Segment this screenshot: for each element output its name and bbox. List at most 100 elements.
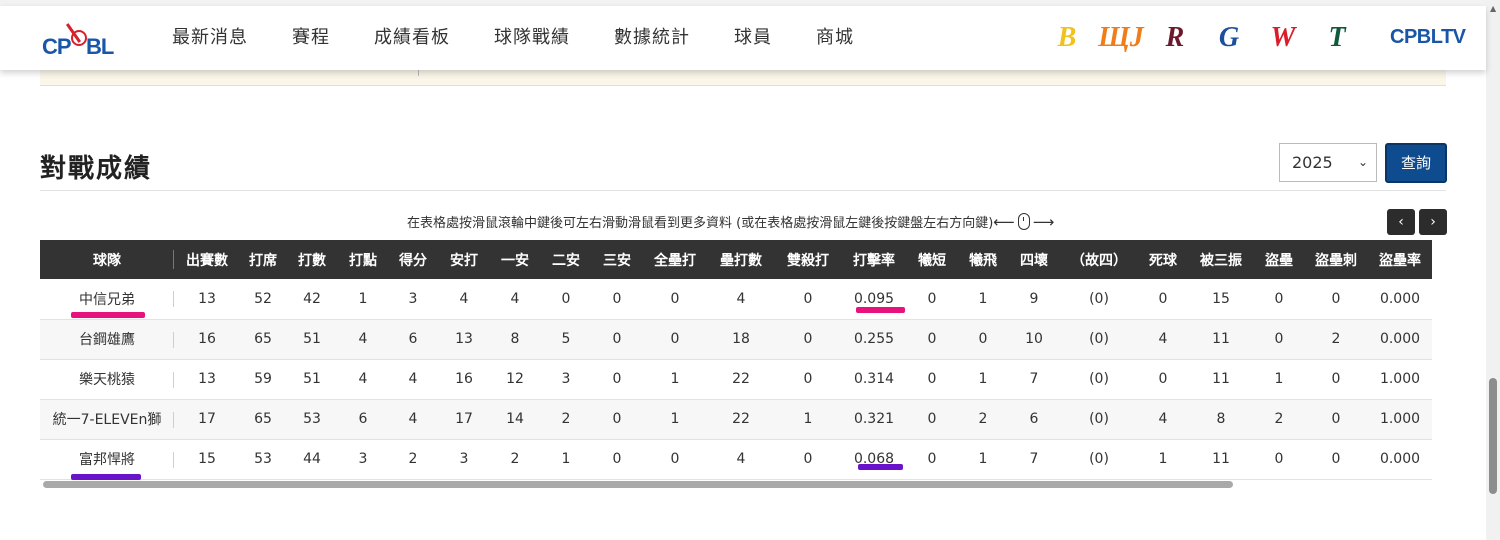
year-select-value: 2025: [1292, 153, 1333, 172]
column-header: 被三振: [1188, 240, 1254, 279]
table-cell: 6: [338, 399, 388, 440]
annotation-underline-team-2: [71, 474, 141, 480]
nav-shop[interactable]: 商城: [794, 6, 876, 70]
table-cell: 0.068: [842, 439, 906, 480]
column-header: 犧飛: [958, 240, 1008, 279]
page-scrollbar-thumb[interactable]: [1489, 378, 1497, 494]
table-cell: 1: [1254, 359, 1304, 400]
horizontal-scrollbar-thumb[interactable]: [43, 481, 1233, 488]
page-vertical-scrollbar[interactable]: ▲: [1486, 0, 1500, 540]
table-row: 樂天桃猿 13 59 51 4 4 16 12 3 0 1 22 0 0.314 0 1 7 (0) 0 11 1 0 1.…: [40, 359, 1432, 400]
table-cell: 13: [438, 319, 490, 360]
nav-standings[interactable]: 球隊戰績: [472, 6, 592, 70]
page-title: 對戰成績: [40, 154, 153, 184]
table-cell: 0.255: [842, 319, 906, 360]
column-header: 犧短: [906, 240, 958, 279]
table-cell: 2: [1304, 319, 1368, 360]
table-cell: (0): [1060, 439, 1138, 480]
cpbltv-logo[interactable]: CPBLTV: [1390, 26, 1466, 49]
table-body: 中信兄弟 13 52 42 1 3 4 4 0 0 0 4 0 0.095 0 1 9 (0) 0 15 0 0 0.000…: [40, 279, 1432, 480]
table-cell: 1: [338, 279, 388, 320]
column-header: 死球: [1138, 240, 1188, 279]
table-cell: 4: [708, 439, 774, 480]
matchup-stats-table: 球隊 出賽數 打席 打數 打點 得分 安打 一安 二安 三安 全壘打 壘打數 雙殺打 打擊率 犧短 犧飛 四壞（…: [40, 240, 1432, 480]
table-cell: 15: [174, 439, 240, 480]
table-cell: 1: [958, 439, 1008, 480]
chevron-down-icon: ⌄: [1357, 155, 1368, 169]
table-cell: 1.000: [1368, 359, 1432, 400]
column-header: 出賽數: [174, 240, 240, 279]
table-cell: 0: [592, 319, 642, 360]
site-header: CP BL 最新消息 賽程 成績看板 球隊戰績 數據統計 球員 商城 B ЩJ R G…: [0, 6, 1486, 70]
column-header: 盜壘率: [1368, 240, 1432, 279]
table-cell: 13: [174, 279, 240, 320]
table-cell: 18: [708, 319, 774, 360]
table-cell: 0: [774, 359, 842, 400]
team-name-link[interactable]: 樂天桃猿: [40, 359, 174, 400]
brothers-logo[interactable]: B: [1040, 22, 1094, 54]
table-cell: 59: [240, 359, 286, 400]
table-cell: 0: [540, 279, 592, 320]
column-header: 球隊: [40, 240, 174, 279]
table-cell: 16: [174, 319, 240, 360]
scroll-right-button[interactable]: ›: [1419, 209, 1447, 235]
scroll-up-icon[interactable]: ▲: [1490, 4, 1496, 13]
table-cell: 1: [642, 359, 708, 400]
table-cell: 1: [774, 399, 842, 440]
table-cell: 11: [1188, 319, 1254, 360]
wildwing-logo[interactable]: W: [1256, 22, 1310, 54]
column-header: 打點: [338, 240, 388, 279]
mouse-icon: [1017, 213, 1030, 230]
table-cell: 0.314: [842, 359, 906, 400]
table-cell: 0: [642, 439, 708, 480]
table-cell: 51: [286, 319, 338, 360]
team-name-link[interactable]: 統一7-ELEVEn獅: [40, 399, 174, 440]
table-cell: 0: [906, 439, 958, 480]
table-row: 台鋼雄鷹 16 65 51 4 6 13 8 5 0 0 18 0 0.255 0 0 10 (0) 4 11 0 2 0.…: [40, 319, 1432, 360]
monkeys-logo[interactable]: R: [1148, 22, 1202, 54]
column-header: 打席: [240, 240, 286, 279]
table-cell: 17: [438, 399, 490, 440]
nav-schedule[interactable]: 賽程: [270, 6, 352, 70]
team-name-link[interactable]: 富邦悍將: [40, 439, 174, 480]
table-cell: 4: [490, 279, 540, 320]
year-select[interactable]: 2025 ⌄: [1279, 143, 1377, 182]
table-cell: 8: [1188, 399, 1254, 440]
hawks-logo[interactable]: T: [1310, 22, 1364, 54]
column-header: 壘打數: [708, 240, 774, 279]
table-cell: 8: [490, 319, 540, 360]
nav-players[interactable]: 球員: [712, 6, 794, 70]
table-cell: 10: [1008, 319, 1060, 360]
nav-news[interactable]: 最新消息: [150, 6, 270, 70]
matchup-table-container[interactable]: 球隊 出賽數 打席 打數 打點 得分 安打 一安 二安 三安 全壘打 壘打數 雙殺打 打擊率 犧短 犧飛 四壞（…: [40, 240, 1446, 480]
table-cell: 1: [1138, 439, 1188, 480]
table-cell: 0: [906, 279, 958, 320]
previous-section-bottom: [40, 70, 1446, 86]
table-row: 中信兄弟 13 52 42 1 3 4 4 0 0 0 4 0 0.095 0 1 9 (0) 0 15 0 0 0.000: [40, 279, 1432, 320]
table-cell: 0: [1138, 359, 1188, 400]
table-cell: 4: [338, 359, 388, 400]
table-cell: 0: [1304, 399, 1368, 440]
table-cell: 0.000: [1368, 279, 1432, 320]
table-cell: 2: [1254, 399, 1304, 440]
table-cell: 0.321: [842, 399, 906, 440]
table-cell: 0: [774, 279, 842, 320]
table-cell: 11: [1188, 359, 1254, 400]
scroll-left-button[interactable]: ‹: [1387, 209, 1415, 235]
cpbl-logo[interactable]: CP BL: [42, 20, 118, 60]
column-divider: [418, 70, 419, 76]
nav-scoreboard[interactable]: 成績看板: [352, 6, 472, 70]
table-cell: 52: [240, 279, 286, 320]
nav-stats[interactable]: 數據統計: [592, 6, 712, 70]
table-cell: 0: [958, 319, 1008, 360]
guardians-logo[interactable]: G: [1202, 22, 1256, 54]
table-cell: 2: [388, 439, 438, 480]
team-name-link[interactable]: 台鋼雄鷹: [40, 319, 174, 360]
query-button[interactable]: 查詢: [1385, 143, 1447, 183]
table-cell: 0: [1304, 439, 1368, 480]
table-cell: 0: [592, 399, 642, 440]
horizontal-scrollbar[interactable]: [40, 481, 1446, 489]
lions-logo[interactable]: ЩJ: [1094, 22, 1148, 54]
table-cell: (0): [1060, 359, 1138, 400]
table-cell: 3: [540, 359, 592, 400]
